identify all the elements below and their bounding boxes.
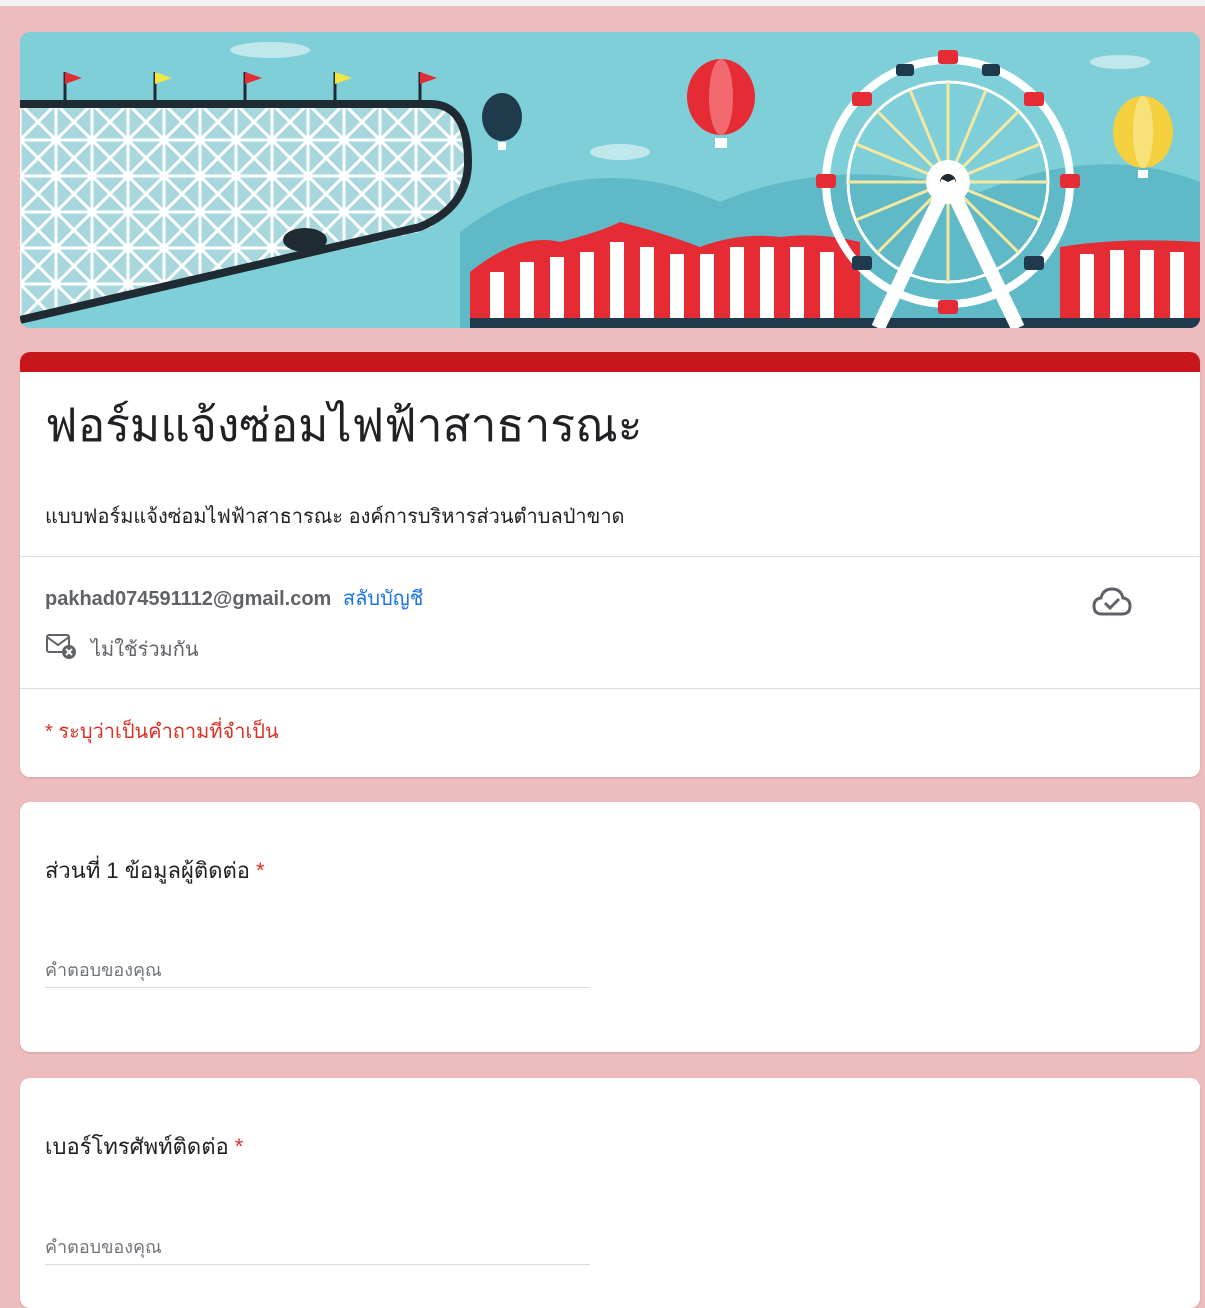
required-asterisk: * [255,858,265,883]
question-label: ส่วนที่ 1 ข้อมูลผู้ติดต่อ * [45,853,265,888]
theme-accent-bar [20,352,1200,372]
mail-off-icon [45,632,77,666]
header-banner-image [20,32,1200,328]
question-title: เบอร์โทรศัพท์ติดต่อ [45,1134,229,1159]
question-card [20,802,1200,1052]
form-title: ฟอร์มแจ้งซ่อมไฟฟ้าสาธารณะ [45,399,643,451]
required-note: * ระบุว่าเป็นคำถามที่จำเป็น [45,721,279,743]
phone-number-input[interactable] [45,1230,590,1265]
account-row: pakhad074591112@gmail.com สลับบัญชี [45,582,423,614]
switch-account-link[interactable]: สลับบัญชี [343,588,423,610]
account-email: pakhad074591112@gmail.com [45,588,332,610]
not-shared-label: ไม่ใช้ร่วมกัน [91,639,199,661]
not-shared-row: ไม่ใช้ร่วมกัน [45,632,199,666]
required-asterisk: * [234,1134,244,1159]
cloud-check-icon [1090,584,1134,625]
form-description: แบบฟอร์มแจ้งซ่อมไฟฟ้าสาธารณะ องค์การบริห… [45,506,625,528]
contact-info-input[interactable] [45,953,590,988]
browser-top-strip [0,0,1205,6]
question-title: ส่วนที่ 1 ข้อมูลผู้ติดต่อ [45,858,250,883]
divider [20,556,1200,557]
divider [20,688,1200,689]
question-label: เบอร์โทรศัพท์ติดต่อ * [45,1129,243,1164]
question-card [20,1078,1200,1308]
